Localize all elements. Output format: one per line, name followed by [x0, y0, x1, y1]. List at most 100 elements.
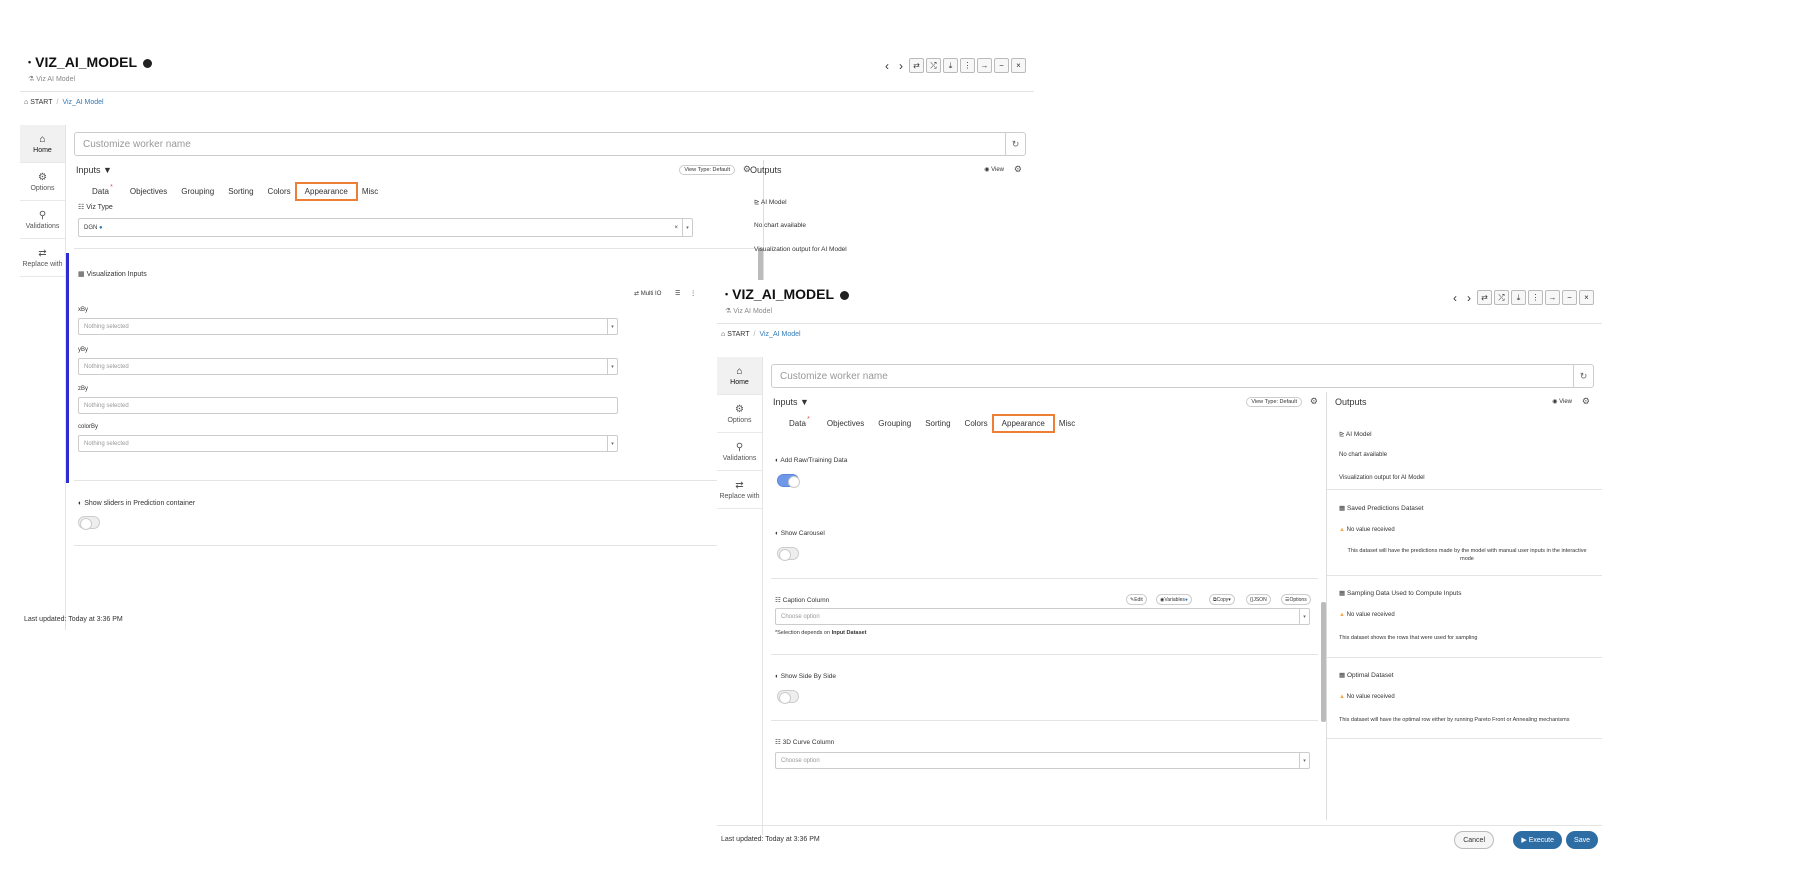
sidebar-item-home[interactable]: ⌂ Home	[717, 357, 762, 395]
inputs-title: Inputs ▼	[76, 165, 112, 175]
tab-objectives[interactable]: Objectives	[123, 185, 174, 198]
gear-icon[interactable]: ⚙	[1582, 396, 1590, 407]
copy-button[interactable]: ⧉ Copy ▾	[1209, 594, 1235, 605]
outputs-title: Outputs	[1335, 397, 1367, 407]
chevron-left-icon[interactable]: ‹	[1449, 291, 1461, 305]
tab-misc[interactable]: Misc	[355, 185, 385, 198]
gear-icon[interactable]: ⚙	[1014, 164, 1022, 175]
tab-colors[interactable]: Colors	[958, 417, 995, 430]
view-button[interactable]: ◉ View	[1552, 398, 1572, 405]
shuffle-icon[interactable]: ⤮	[926, 58, 941, 73]
view-button[interactable]: ◉ View	[984, 166, 1004, 173]
inputs-title: Inputs ▼	[773, 397, 809, 407]
edit-button[interactable]: ✎ Edit	[1126, 594, 1147, 605]
breadcrumb-start[interactable]: START	[30, 99, 52, 106]
more-icon[interactable]: ⋮	[960, 58, 975, 73]
download-icon[interactable]: ⤓	[943, 58, 958, 73]
colorby-select[interactable]: Nothing selected ▾	[78, 435, 618, 452]
window-header: • VIZ_AI_MODEL ⚗ Viz AI Model ‹ › ⇄ ⤮ ⤓ ⋮…	[20, 48, 1034, 92]
curve-column-select[interactable]: Choose option ▾	[775, 752, 1310, 769]
inputs-panel: Inputs ▼ View Type: Default ⚙ Data * Obje…	[771, 392, 1327, 820]
xby-select[interactable]: Nothing selected ▾	[78, 318, 618, 335]
swap-icon[interactable]: ⇄	[909, 58, 924, 73]
tab-data[interactable]: Data *	[775, 416, 820, 430]
breadcrumb-current[interactable]: Viz_AI Model	[759, 331, 800, 338]
refresh-icon[interactable]: ↻	[1573, 365, 1593, 387]
arrow-right-icon[interactable]: →	[1545, 290, 1560, 305]
filter-icon[interactable]: ▼	[800, 397, 809, 407]
yby-select[interactable]: Nothing selected ▾	[78, 358, 618, 375]
tab-misc[interactable]: Misc	[1052, 417, 1082, 430]
caption-column-select[interactable]: Choose option ▾	[775, 608, 1310, 625]
close-icon[interactable]: ×	[1011, 58, 1026, 73]
viz-output-text: Visualization output for AI Model	[1339, 475, 1425, 481]
sidebar-item-options[interactable]: ⚙ Options	[717, 395, 762, 433]
sidebar: ⌂ Home ⚙ Options ⚲ Validations ⇄ Replace wit…	[20, 125, 66, 630]
view-type-button[interactable]: View Type: Default	[1246, 397, 1302, 407]
sidebar-item-validations[interactable]: ⚲ Validations	[717, 433, 762, 471]
swap-icon[interactable]: ⇄	[1477, 290, 1492, 305]
json-button[interactable]: {} JSON	[1246, 594, 1271, 605]
tab-objectives[interactable]: Objectives	[820, 417, 871, 430]
arrow-right-icon[interactable]: →	[977, 58, 992, 73]
selection-note: *Selection depends on Input Dataset	[775, 630, 867, 636]
gear-icon[interactable]: ⚙	[1310, 396, 1318, 407]
tab-colors[interactable]: Colors	[261, 185, 298, 198]
sidebar-item-validations[interactable]: ⚲ Validations	[20, 201, 65, 239]
multi-io-button[interactable]: ⇄ Multi IO ☰ ⋮	[634, 290, 696, 297]
viz-inputs-label: ▦ Visualization Inputs	[78, 271, 147, 278]
sliders-toggle[interactable]	[78, 516, 100, 530]
chevron-left-icon[interactable]: ‹	[881, 59, 893, 73]
tab-sorting[interactable]: Sorting	[221, 185, 260, 198]
zby-input[interactable]: Nothing selected	[78, 397, 618, 414]
download-icon[interactable]: ⤓	[1511, 290, 1526, 305]
minimize-icon[interactable]: −	[994, 58, 1009, 73]
sidebar: ⌂ Home ⚙ Options ⚲ Validations ⇄ Replace wit…	[717, 357, 763, 835]
save-button[interactable]: Save	[1566, 831, 1598, 849]
breadcrumb-start[interactable]: START	[727, 331, 749, 338]
worker-name-input[interactable]: Customize worker name ↻	[771, 364, 1594, 388]
no-chart-text: No chart available	[1339, 452, 1388, 458]
cancel-button[interactable]: Cancel	[1454, 831, 1494, 849]
colorby-label: colorBy	[78, 424, 99, 430]
tab-appearance[interactable]: Appearance	[991, 413, 1055, 433]
options-button[interactable]: ☰ Options	[1281, 594, 1311, 605]
viz-output-text: Visualization output for AI Model	[754, 246, 847, 253]
refresh-icon[interactable]: ↻	[1005, 133, 1025, 155]
variables-button[interactable]: ◉ Variables ●	[1156, 594, 1192, 605]
saved-predictions-desc: This dataset will have the predictions m…	[1347, 548, 1587, 562]
worker-name-input[interactable]: Customize worker name ↻	[74, 132, 1026, 156]
add-raw-label: ◐ Add Raw/Training Data	[775, 457, 848, 464]
tab-sorting[interactable]: Sorting	[918, 417, 957, 430]
gear-icon: ⚙	[735, 403, 744, 415]
breadcrumb-current[interactable]: Viz_AI Model	[62, 99, 103, 106]
view-type-button[interactable]: View Type: Default	[679, 165, 735, 175]
chevron-right-icon[interactable]: ›	[895, 59, 907, 73]
tab-appearance[interactable]: Appearance	[294, 181, 358, 201]
curve-column-label: ☷ 3D Curve Column	[775, 739, 835, 746]
show-carousel-toggle[interactable]	[777, 547, 799, 561]
sampling-data-desc: This dataset shows the rows that were us…	[1339, 635, 1478, 641]
close-icon[interactable]: ×	[1579, 290, 1594, 305]
chevron-right-icon[interactable]: ›	[1463, 291, 1475, 305]
side-by-side-toggle[interactable]	[777, 690, 799, 704]
window-header: • VIZ_AI_MODEL ⚗ Viz AI Model ‹ › ⇄ ⤮ ⤓ ⋮…	[717, 280, 1602, 324]
sidebar-item-replace[interactable]: ⇄ Replace with	[20, 239, 65, 277]
minimize-icon[interactable]: −	[1562, 290, 1577, 305]
info-icon	[142, 59, 152, 68]
add-raw-toggle[interactable]	[777, 474, 800, 488]
execute-button[interactable]: ▶ Execute	[1513, 831, 1562, 849]
sidebar-item-replace[interactable]: ⇄ Replace with	[717, 471, 762, 509]
scrollbar[interactable]	[1321, 602, 1326, 722]
tab-grouping[interactable]: Grouping	[174, 185, 221, 198]
filter-icon[interactable]: ▼	[103, 165, 112, 175]
sidebar-item-options[interactable]: ⚙ Options	[20, 163, 65, 201]
shuffle-icon[interactable]: ⤮	[1494, 290, 1509, 305]
tab-grouping[interactable]: Grouping	[871, 417, 918, 430]
tab-data[interactable]: Data *	[78, 184, 123, 198]
window-controls: ‹ › ⇄ ⤮ ⤓ ⋮ → − ×	[881, 58, 1026, 73]
warning-icon: ▲	[1339, 527, 1345, 533]
sidebar-item-home[interactable]: ⌂ Home	[20, 125, 65, 163]
more-icon[interactable]: ⋮	[1528, 290, 1543, 305]
viz-type-select[interactable]: DGN ● × ▾	[78, 218, 693, 237]
